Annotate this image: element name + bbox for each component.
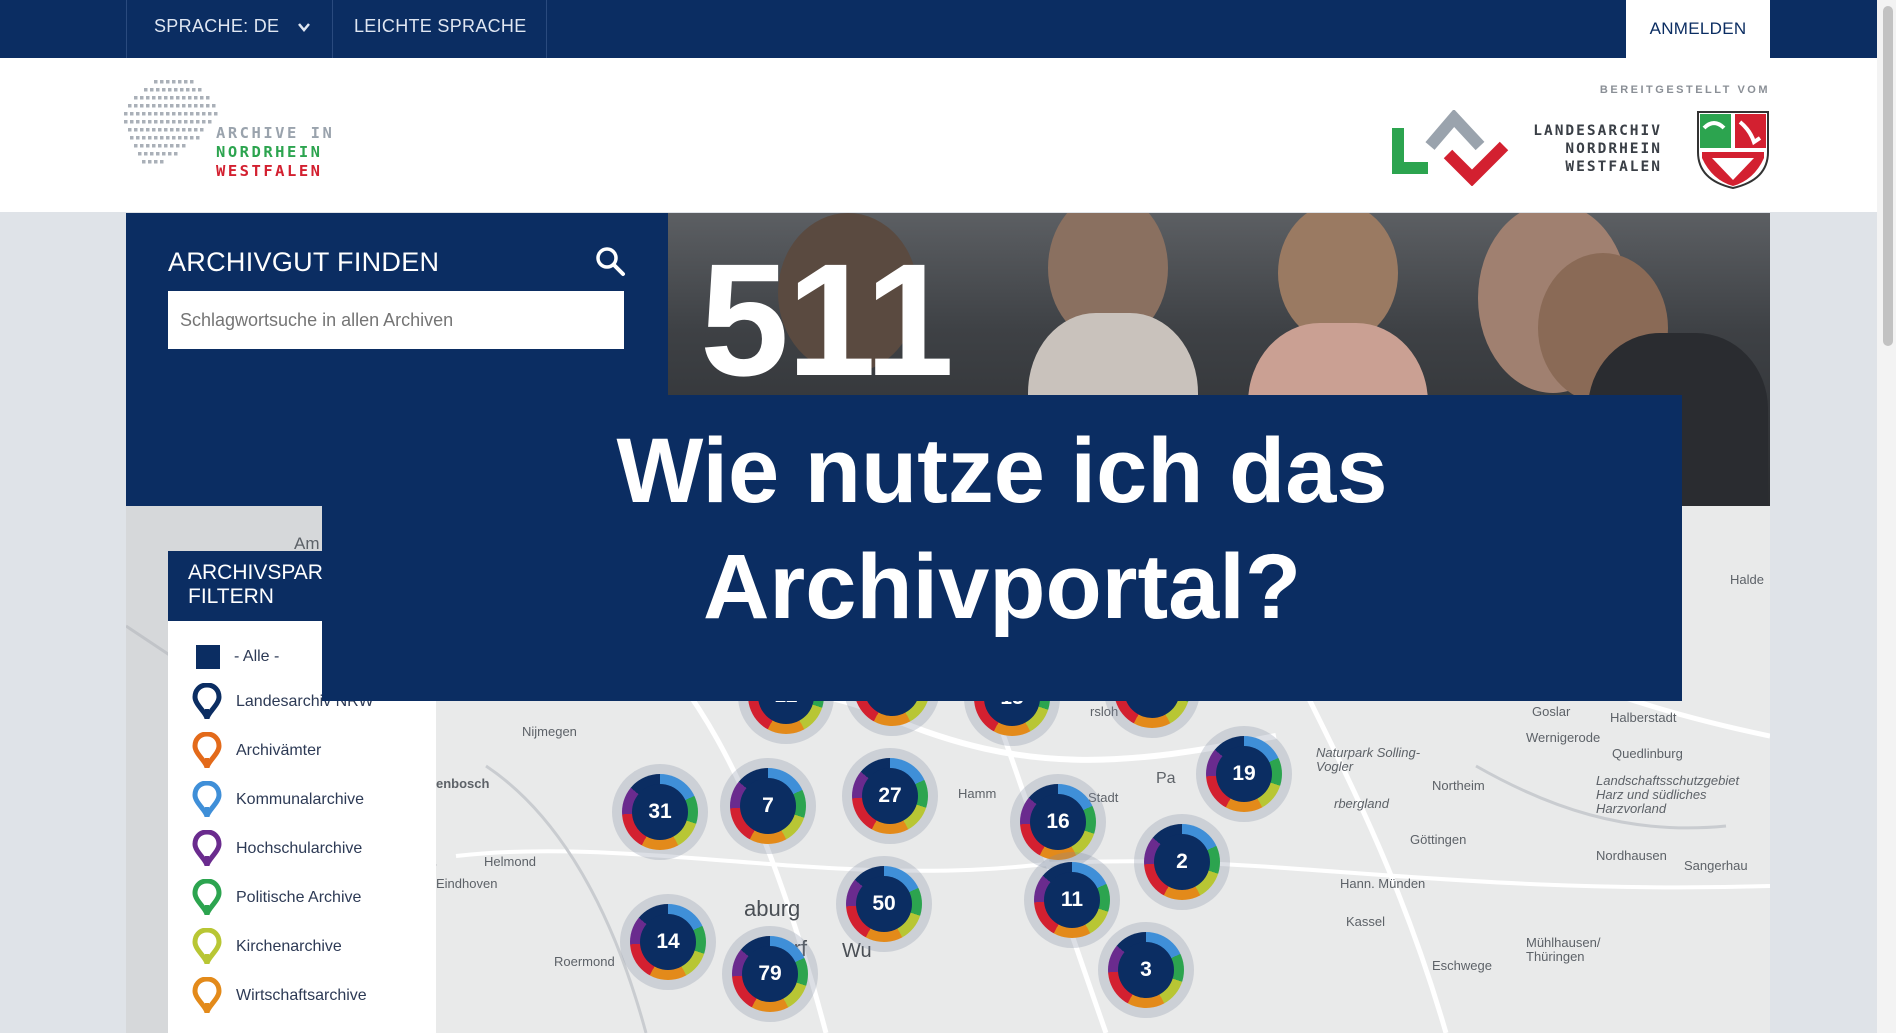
map-cluster-marker[interactable]: 11 — [1024, 852, 1120, 948]
search-icon[interactable] — [594, 245, 626, 277]
archive-nrw-logo[interactable]: ARCHIVE IN NORDRHEIN WESTFALEN — [124, 74, 354, 189]
search-panel-title: ARCHIVGUT FINDEN — [168, 247, 440, 277]
map-label: Sangerhau — [1684, 858, 1748, 873]
map-pin-icon — [192, 683, 222, 720]
map-label: enbosch — [436, 776, 490, 791]
logo-line-2: NORDRHEIN — [216, 143, 323, 161]
map-label: Hann. Münden — [1340, 876, 1426, 891]
filter-option-kommunalarchive[interactable]: Kommunalarchive — [192, 781, 364, 819]
map-cluster-marker[interactable]: 14 — [620, 894, 716, 990]
landesarchiv-wordmark: LANDESARCHIV NORDRHEIN WESTFALEN — [1512, 122, 1662, 176]
cluster-count: 50 — [856, 876, 912, 932]
map-label: Eschwege — [1432, 958, 1492, 973]
map-cluster-marker[interactable]: 19 — [1196, 726, 1292, 822]
map-label: Nordhausen — [1596, 848, 1667, 863]
overlay-title-line-2: Archivportal? — [702, 536, 1302, 638]
map-label: Northeim — [1432, 778, 1485, 793]
filter-option-label: Kommunalarchive — [236, 791, 365, 808]
partner-line-2: NORDRHEIN — [1565, 141, 1662, 157]
filter-option-label: Archivämter — [236, 742, 322, 759]
map-label: Halberstadt — [1610, 710, 1677, 725]
map-cluster-marker[interactable]: 7 — [720, 758, 816, 854]
filter-option-politische-archive[interactable]: Politische Archive — [192, 879, 361, 917]
cluster-count: 11 — [1044, 872, 1100, 928]
map-label: Wernigerode — [1526, 730, 1601, 745]
partner-line-1: LANDESARCHIV — [1533, 123, 1662, 139]
map-pin-icon — [192, 732, 222, 769]
map-cluster-marker[interactable]: 2 — [1134, 814, 1230, 910]
overlay-title: Wie nutze ich das Archivportal? — [322, 413, 1682, 645]
page-scrollbar-thumb[interactable] — [1883, 6, 1893, 346]
filter-option-label: Hochschularchive — [236, 840, 363, 857]
topbar-divider — [332, 0, 333, 58]
cluster-count: 79 — [742, 946, 798, 1002]
cluster-count: 19 — [1216, 746, 1272, 802]
landesarchiv-mark-icon — [1392, 110, 1509, 186]
map-label: Pa — [1156, 770, 1176, 787]
filter-option-label: Wirtschaftsarchive — [236, 987, 367, 1004]
filter-option-archivaemter[interactable]: Archivämter — [192, 732, 321, 770]
cluster-count: 7 — [740, 778, 796, 834]
topbar-divider — [126, 0, 127, 58]
keyword-search-input[interactable] — [168, 291, 624, 349]
nrw-dot-map-icon — [124, 80, 218, 164]
map-label: Hamm — [958, 786, 997, 801]
top-navigation-bar: SPRACHE: DE LEICHTE SPRACHE ANMELDEN — [0, 0, 1877, 58]
map-label: Mühlhausen/ Thüringen — [1526, 935, 1601, 964]
filter-option-label: - Alle - — [234, 648, 280, 665]
map-pin-icon — [192, 879, 222, 916]
easy-language-link[interactable]: LEICHTE SPRACHE — [354, 16, 527, 37]
language-selector[interactable]: SPRACHE: DE — [154, 16, 311, 37]
login-button[interactable]: ANMELDEN — [1626, 0, 1770, 58]
cluster-count: 3 — [1118, 942, 1174, 998]
logo-line-3: WESTFALEN — [216, 162, 323, 180]
nrw-coat-of-arms-icon — [1697, 111, 1769, 190]
overlay-title-line-1: Wie nutze ich das — [616, 420, 1388, 522]
map-label: Göttingen — [1410, 832, 1467, 847]
map-pin-icon — [192, 928, 222, 965]
video-title-overlay: Wie nutze ich das Archivportal? — [322, 395, 1682, 701]
topbar-divider — [546, 0, 547, 58]
map-pin-icon — [192, 977, 222, 1014]
map-cluster-marker[interactable]: 31 — [612, 764, 708, 860]
cluster-count: 31 — [632, 784, 688, 840]
map-label: Naturpark Solling-Vogler — [1316, 745, 1421, 774]
map-pin-icon — [192, 781, 222, 818]
filter-option-kirchenarchive[interactable]: Kirchenarchive — [192, 928, 342, 966]
map-label: Roermond — [554, 954, 615, 969]
filter-option-wirtschaftsarchive[interactable]: Wirtschaftsarchive — [192, 977, 367, 1015]
map-label: Halde — [1730, 572, 1764, 587]
filter-option-all[interactable]: - Alle - — [196, 645, 279, 669]
map-cluster-marker[interactable]: 50 — [836, 856, 932, 952]
cluster-count: 16 — [1030, 794, 1086, 850]
map-cluster-marker[interactable]: 27 — [842, 748, 938, 844]
map-label: Kassel — [1346, 914, 1386, 929]
map-label: Goslar — [1532, 704, 1571, 719]
language-label: SPRACHE: DE — [154, 16, 280, 36]
map-label: Quedlinburg — [1612, 746, 1683, 761]
provided-by-label: BEREITGESTELLT VOM — [1599, 84, 1770, 96]
cluster-count: 2 — [1154, 834, 1210, 890]
partner-line-3: WESTFALEN — [1565, 159, 1662, 175]
logo-wordmark: ARCHIVE IN NORDRHEIN WESTFALEN — [216, 124, 334, 181]
map-label: Eindhoven — [436, 876, 498, 891]
map-label: Landschaftsschutzgebiet Harz und südlich… — [1596, 773, 1740, 816]
map-cluster-marker[interactable]: 79 — [722, 926, 818, 1022]
map-label: Helmond — [484, 854, 537, 869]
chevron-down-icon — [298, 22, 311, 32]
cluster-count: 27 — [862, 768, 918, 824]
map-label: rbergland — [1334, 796, 1389, 811]
filter-option-hochschularchive[interactable]: Hochschularchive — [192, 830, 362, 868]
filter-option-label: Kirchenarchive — [236, 938, 342, 955]
map-label: aburg — [744, 896, 801, 921]
archive-count: 511 — [700, 230, 954, 409]
filter-all-checkbox[interactable] — [196, 645, 220, 669]
map-label: Nijmegen — [522, 724, 577, 739]
filter-option-label: Politische Archive — [236, 889, 362, 906]
cluster-count: 14 — [640, 914, 696, 970]
map-cluster-marker[interactable]: 3 — [1098, 922, 1194, 1018]
logo-line-1: ARCHIVE IN — [216, 124, 335, 142]
map-pin-icon — [192, 830, 222, 867]
